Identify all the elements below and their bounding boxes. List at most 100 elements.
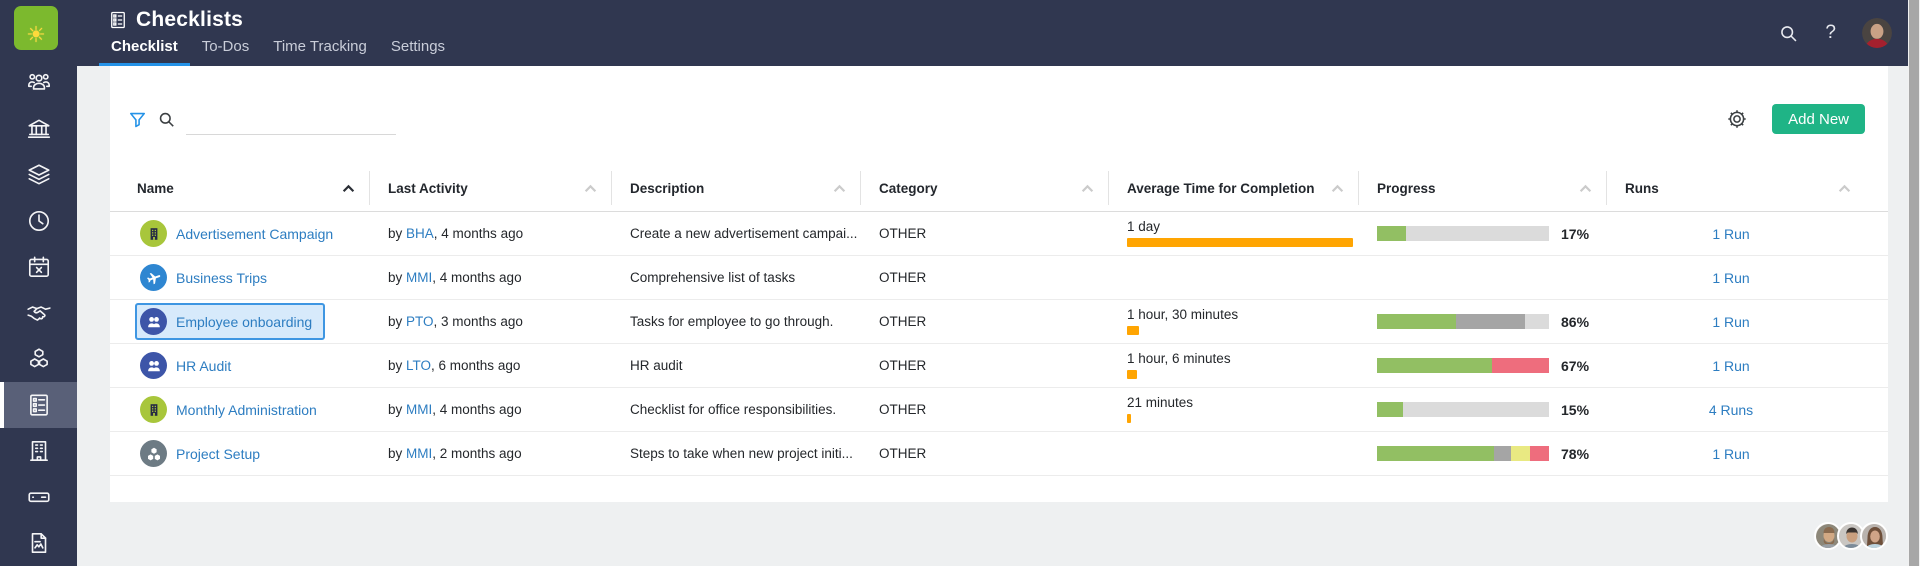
user-avatar[interactable] (1862, 18, 1892, 48)
runs-cell: 4 Runs (1607, 402, 1865, 418)
author-link[interactable]: MMI (406, 446, 432, 461)
table-row[interactable]: Business Trips by MMI, 4 months ago Comp… (110, 256, 1888, 300)
column-header-average-time-for-completion[interactable]: Average Time for Completion (1109, 171, 1359, 205)
tab-settings[interactable]: Settings (379, 38, 457, 66)
runs-link[interactable]: 4 Runs (1709, 402, 1753, 418)
checklist-name-link[interactable]: Project Setup (176, 446, 260, 462)
author-link[interactable]: MMI (406, 402, 432, 417)
sidebar-item-bank[interactable] (0, 106, 77, 152)
sidebar-item-report[interactable] (0, 520, 77, 566)
name-cell-box[interactable]: Monthly Administration (135, 391, 330, 428)
sidebar-item-drive[interactable] (0, 474, 77, 520)
clock-icon (26, 208, 52, 234)
avg-time-bar (1127, 326, 1139, 335)
progress-bar (1377, 314, 1549, 329)
name-cell: Project Setup (135, 435, 370, 472)
people-icon (140, 352, 167, 379)
table-row[interactable]: HR Audit by LTO, 6 months ago HR audit O… (110, 344, 1888, 388)
author-link[interactable]: PTO (406, 314, 434, 329)
last-activity-cell: by MMI, 2 months ago (370, 446, 612, 461)
author-link[interactable]: MMI (406, 270, 432, 285)
topbar-right: ? (1778, 0, 1892, 66)
sidebar-item-calendar-x[interactable] (0, 244, 77, 290)
description-cell: Steps to take when new project initi... (612, 446, 861, 461)
activity-prefix: by (388, 314, 406, 329)
category-cell: OTHER (861, 358, 1109, 373)
name-cell-box[interactable]: Business Trips (135, 259, 280, 296)
table-row[interactable]: Employee onboarding by PTO, 3 months ago… (110, 300, 1888, 344)
avg-time-cell: 1 hour, 30 minutes (1109, 308, 1359, 335)
sidebar-item-layers[interactable] (0, 152, 77, 198)
progress-label: 67% (1561, 358, 1589, 374)
users-icon (26, 70, 52, 96)
help-icon[interactable]: ? (1825, 22, 1836, 44)
tab-time-tracking[interactable]: Time Tracking (261, 38, 379, 66)
table-row[interactable]: Advertisement Campaign by BHA, 4 months … (110, 212, 1888, 256)
filter-icon[interactable] (128, 110, 147, 129)
name-cell: HR Audit (135, 347, 370, 384)
checklist-name-link[interactable]: Business Trips (176, 270, 267, 286)
name-cell-box[interactable]: HR Audit (135, 347, 244, 384)
progress-segment-green (1377, 226, 1406, 241)
progress-segment-gray (1494, 446, 1511, 461)
progress-segment-yellow (1511, 446, 1530, 461)
tab-checklist[interactable]: Checklist (99, 38, 190, 66)
sidebar-item-handshake[interactable] (0, 290, 77, 336)
checklist-name-link[interactable]: HR Audit (176, 358, 231, 374)
last-activity-cell: by BHA, 4 months ago (370, 226, 612, 241)
tab-to-dos[interactable]: To-Dos (190, 38, 262, 66)
name-cell-box[interactable]: Employee onboarding (135, 303, 325, 340)
avg-time-cell: 1 hour, 6 minutes (1109, 352, 1359, 379)
column-header-progress[interactable]: Progress (1359, 171, 1607, 205)
handshake-icon (26, 300, 52, 326)
column-header-name[interactable]: Name (135, 171, 370, 205)
activity-suffix: , 4 months ago (432, 402, 521, 417)
name-cell-box[interactable]: Advertisement Campaign (135, 215, 346, 252)
runs-link[interactable]: 1 Run (1712, 358, 1749, 374)
add-new-button[interactable]: Add New (1772, 104, 1865, 134)
author-link[interactable]: BHA (406, 226, 434, 241)
checklist-name-link[interactable]: Employee onboarding (176, 314, 312, 330)
sidebar-item-checklists[interactable] (0, 382, 77, 428)
gear-icon[interactable] (1726, 108, 1748, 130)
runs-cell: 1 Run (1607, 226, 1865, 242)
runs-link[interactable]: 1 Run (1712, 446, 1749, 462)
checklist-name-link[interactable]: Advertisement Campaign (176, 226, 333, 242)
runs-link[interactable]: 1 Run (1712, 226, 1749, 242)
table-row[interactable]: Project Setup by MMI, 2 months ago Steps… (110, 432, 1888, 476)
progress-bar (1377, 446, 1549, 461)
scrollbar-thumb[interactable] (1909, 0, 1919, 566)
layers-icon (26, 162, 52, 188)
column-header-description[interactable]: Description (612, 171, 861, 205)
author-link[interactable]: LTO (406, 358, 431, 373)
column-label: Last Activity (388, 181, 468, 196)
table-search-icon[interactable] (157, 110, 176, 129)
sidebar-item-users[interactable] (0, 60, 77, 106)
name-cell-box[interactable]: Project Setup (135, 435, 273, 472)
search-icon[interactable] (1778, 23, 1799, 44)
column-header-category[interactable]: Category (861, 171, 1109, 205)
sidebar-item-building[interactable] (0, 428, 77, 474)
checklist-name-link[interactable]: Monthly Administration (176, 402, 317, 418)
runs-cell: 1 Run (1607, 358, 1865, 374)
table-row[interactable]: Monthly Administration by MMI, 4 months … (110, 388, 1888, 432)
sort-none-icon (1331, 184, 1344, 193)
sidebar-item-cubes[interactable] (0, 336, 77, 382)
avg-time-label: 1 hour, 30 minutes (1127, 308, 1359, 322)
description-cell: Comprehensive list of tasks (612, 270, 861, 285)
sidebar-item-clock[interactable] (0, 198, 77, 244)
avatar-woman-brown-hair[interactable] (1860, 522, 1888, 550)
avg-time-label: 1 day (1127, 220, 1359, 234)
search-input[interactable] (186, 103, 396, 135)
app-logo[interactable]: ☀ (14, 6, 58, 50)
progress-segment-gray (1456, 314, 1525, 329)
table-body: Advertisement Campaign by BHA, 4 months … (110, 212, 1888, 476)
activity-suffix: , 4 months ago (432, 270, 521, 285)
column-header-runs[interactable]: Runs (1607, 171, 1865, 205)
tab-bar: ChecklistTo-DosTime TrackingSettings (99, 38, 457, 66)
runs-link[interactable]: 1 Run (1712, 314, 1749, 330)
runs-link[interactable]: 1 Run (1712, 270, 1749, 286)
column-header-last-activity[interactable]: Last Activity (370, 171, 612, 205)
progress-segment-red (1492, 358, 1549, 373)
vertical-scrollbar[interactable] (1908, 0, 1920, 566)
